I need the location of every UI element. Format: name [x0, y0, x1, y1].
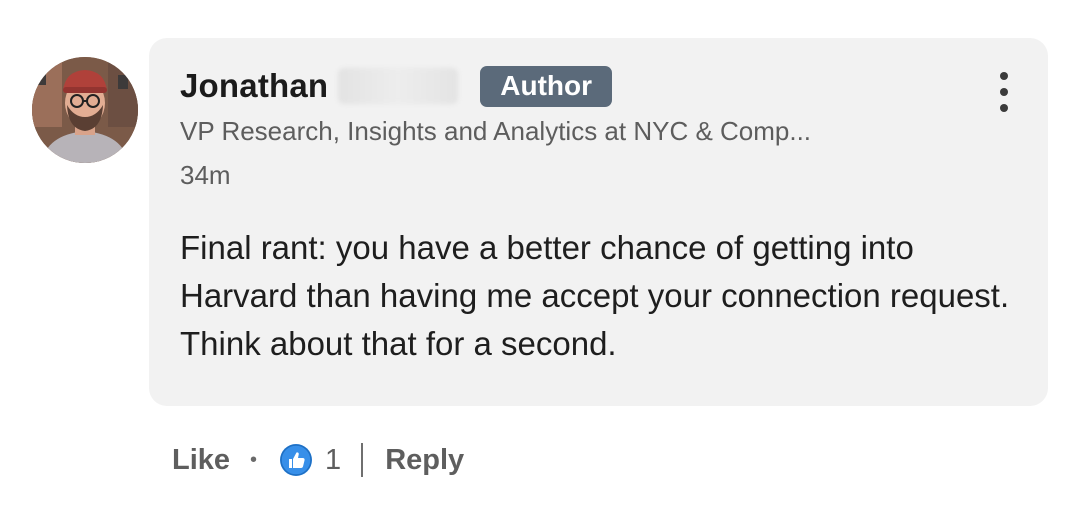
avatar-photo	[32, 57, 138, 163]
author-name[interactable]: Jonathan	[180, 67, 328, 105]
divider	[361, 443, 364, 477]
author-headline: VP Research, Insights and Analytics at N…	[180, 116, 812, 146]
reply-button[interactable]: Reply	[385, 444, 464, 477]
more-vertical-icon	[1000, 72, 1008, 80]
thumbs-up-icon[interactable]	[279, 443, 313, 477]
author-row: Jonathan Author	[180, 65, 613, 107]
reaction-count[interactable]: 1	[325, 444, 341, 477]
comment-page: Jonathan Author VP Research, Insights an…	[0, 0, 1079, 514]
avatar[interactable]	[32, 57, 138, 163]
author-badge: Author	[480, 65, 613, 107]
comment-text: Final rant: you have a better chance of …	[180, 229, 1010, 362]
comment-actions: Like • 1 Reply	[172, 440, 464, 480]
redacted-surname	[338, 68, 459, 104]
separator-dot: •	[250, 448, 258, 471]
like-button[interactable]: Like	[172, 444, 230, 477]
more-options-button[interactable]	[992, 72, 1016, 112]
comment-bubble: Jonathan Author VP Research, Insights an…	[149, 38, 1048, 406]
comment-timestamp: 34m	[180, 160, 231, 190]
